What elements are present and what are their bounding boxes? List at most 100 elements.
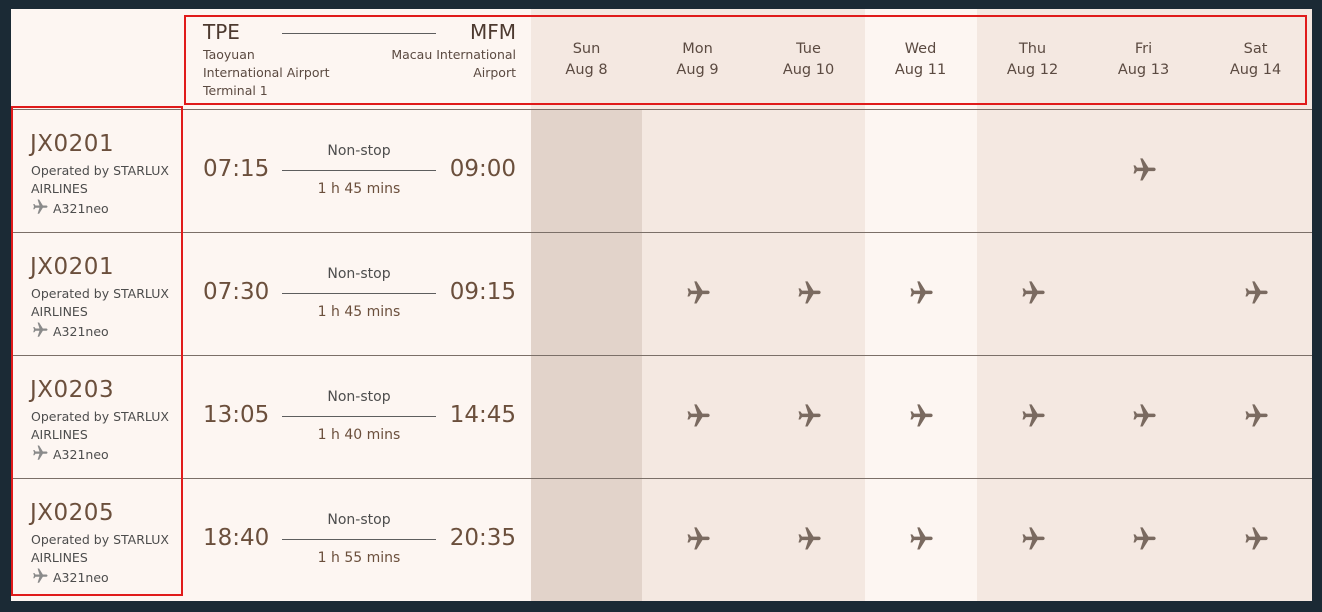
divider bbox=[11, 478, 1312, 479]
plane-icon bbox=[1242, 525, 1270, 553]
day-header-mon: Mon Aug 9 bbox=[642, 39, 753, 81]
origin-code: TPE bbox=[203, 20, 240, 44]
duration-line bbox=[282, 170, 436, 171]
day-weekday: Thu bbox=[1018, 41, 1047, 57]
operator-label: Operated by STARLUX AIRLINES bbox=[31, 163, 169, 196]
day-header-sun: Sun Aug 8 bbox=[531, 39, 642, 81]
plane-icon bbox=[907, 402, 935, 430]
flight-row: JX0201 Operated by STARLUX AIRLINES A321… bbox=[11, 232, 1312, 355]
day-weekday: Sun bbox=[572, 41, 601, 57]
departure-time: 07:30 bbox=[203, 279, 270, 305]
flight-row: JX0203 Operated by STARLUX AIRLINES A321… bbox=[11, 355, 1312, 478]
day-date: Aug 8 bbox=[565, 62, 608, 78]
day-header-thu: Thu Aug 12 bbox=[977, 39, 1088, 81]
duration-line bbox=[282, 539, 436, 540]
day-header-wed: Wed Aug 11 bbox=[865, 39, 976, 81]
flight-available-wed[interactable] bbox=[865, 402, 976, 430]
plane-icon bbox=[1019, 525, 1047, 553]
table-header: TPE MFM Taoyuan International Airport Te… bbox=[11, 9, 1312, 109]
day-date: Aug 9 bbox=[676, 62, 719, 78]
departure-time: 18:40 bbox=[203, 525, 270, 551]
aircraft-type: A321neo bbox=[31, 198, 109, 219]
plane-icon bbox=[31, 198, 53, 219]
stops-label: Non-stop bbox=[327, 143, 391, 159]
aircraft-type: A321neo bbox=[31, 321, 109, 342]
operator-label: Operated by STARLUX AIRLINES bbox=[31, 532, 169, 565]
flight-available-wed[interactable] bbox=[865, 279, 976, 307]
duration-label: 1 h 45 mins bbox=[317, 304, 401, 320]
stops-label: Non-stop bbox=[327, 266, 391, 282]
flight-available-thu[interactable] bbox=[977, 279, 1088, 307]
plane-icon bbox=[795, 279, 823, 307]
arrival-time: 09:15 bbox=[449, 279, 516, 305]
arrival-time: 20:35 bbox=[449, 525, 516, 551]
arrival-time: 09:00 bbox=[449, 156, 516, 182]
plane-icon bbox=[907, 525, 935, 553]
plane-icon bbox=[684, 525, 712, 553]
flight-available-mon[interactable] bbox=[642, 525, 753, 553]
flight-available-fri[interactable] bbox=[1088, 525, 1199, 553]
flight-available-tue[interactable] bbox=[753, 279, 864, 307]
flight-available-wed[interactable] bbox=[865, 525, 976, 553]
plane-icon bbox=[1130, 525, 1158, 553]
aircraft-label: A321neo bbox=[53, 570, 109, 585]
plane-icon bbox=[684, 402, 712, 430]
departure-time: 07:15 bbox=[203, 156, 270, 182]
departure-time: 13:05 bbox=[203, 402, 270, 428]
aircraft-label: A321neo bbox=[53, 324, 109, 339]
flight-available-fri[interactable] bbox=[1088, 156, 1199, 184]
day-header-sat: Sat Aug 14 bbox=[1200, 39, 1311, 81]
operator-label: Operated by STARLUX AIRLINES bbox=[31, 286, 169, 319]
flight-row: JX0201 Operated by STARLUX AIRLINES A321… bbox=[11, 109, 1312, 232]
arrival-time: 14:45 bbox=[449, 402, 516, 428]
aircraft-type: A321neo bbox=[31, 567, 109, 588]
duration-line bbox=[282, 416, 436, 417]
plane-icon bbox=[31, 567, 53, 588]
duration-label: 1 h 45 mins bbox=[317, 181, 401, 197]
stops-label: Non-stop bbox=[327, 389, 391, 405]
day-header-fri: Fri Aug 13 bbox=[1088, 39, 1199, 81]
duration-line bbox=[282, 293, 436, 294]
duration-label: 1 h 55 mins bbox=[317, 550, 401, 566]
destination-code: MFM bbox=[469, 20, 516, 44]
flight-available-sat[interactable] bbox=[1200, 525, 1311, 553]
stops-label: Non-stop bbox=[327, 512, 391, 528]
flight-available-fri[interactable] bbox=[1088, 402, 1199, 430]
flight-available-tue[interactable] bbox=[753, 525, 864, 553]
flight-available-sat[interactable] bbox=[1200, 279, 1311, 307]
flight-schedule-table: TPE MFM Taoyuan International Airport Te… bbox=[11, 9, 1312, 601]
flight-available-thu[interactable] bbox=[977, 402, 1088, 430]
route-line bbox=[282, 33, 436, 34]
day-header-tue: Tue Aug 10 bbox=[753, 39, 864, 81]
flight-available-thu[interactable] bbox=[977, 525, 1088, 553]
day-date: Aug 13 bbox=[1117, 62, 1170, 78]
day-weekday: Mon bbox=[682, 41, 713, 57]
flight-available-mon[interactable] bbox=[642, 402, 753, 430]
operator-label: Operated by STARLUX AIRLINES bbox=[31, 409, 169, 442]
duration-label: 1 h 40 mins bbox=[317, 427, 401, 443]
day-date: Aug 14 bbox=[1229, 62, 1282, 78]
destination-airport: Macau International Airport bbox=[391, 47, 516, 80]
plane-icon bbox=[684, 279, 712, 307]
flight-available-tue[interactable] bbox=[753, 402, 864, 430]
plane-icon bbox=[795, 402, 823, 430]
flight-number: JX0201 bbox=[30, 131, 115, 157]
plane-icon bbox=[795, 525, 823, 553]
plane-icon bbox=[1019, 279, 1047, 307]
aircraft-label: A321neo bbox=[53, 201, 109, 216]
plane-icon bbox=[1130, 156, 1158, 184]
day-weekday: Sat bbox=[1243, 41, 1268, 57]
flight-available-mon[interactable] bbox=[642, 279, 753, 307]
flight-available-sat[interactable] bbox=[1200, 402, 1311, 430]
plane-icon bbox=[907, 279, 935, 307]
plane-icon bbox=[1130, 402, 1158, 430]
flight-row: JX0205 Operated by STARLUX AIRLINES A321… bbox=[11, 478, 1312, 601]
divider bbox=[11, 355, 1312, 356]
flight-number: JX0205 bbox=[30, 500, 115, 526]
plane-icon bbox=[1019, 402, 1047, 430]
day-weekday: Tue bbox=[796, 41, 821, 57]
flight-number: JX0201 bbox=[30, 254, 115, 280]
plane-icon bbox=[31, 321, 53, 342]
aircraft-label: A321neo bbox=[53, 447, 109, 462]
plane-icon bbox=[31, 444, 53, 465]
